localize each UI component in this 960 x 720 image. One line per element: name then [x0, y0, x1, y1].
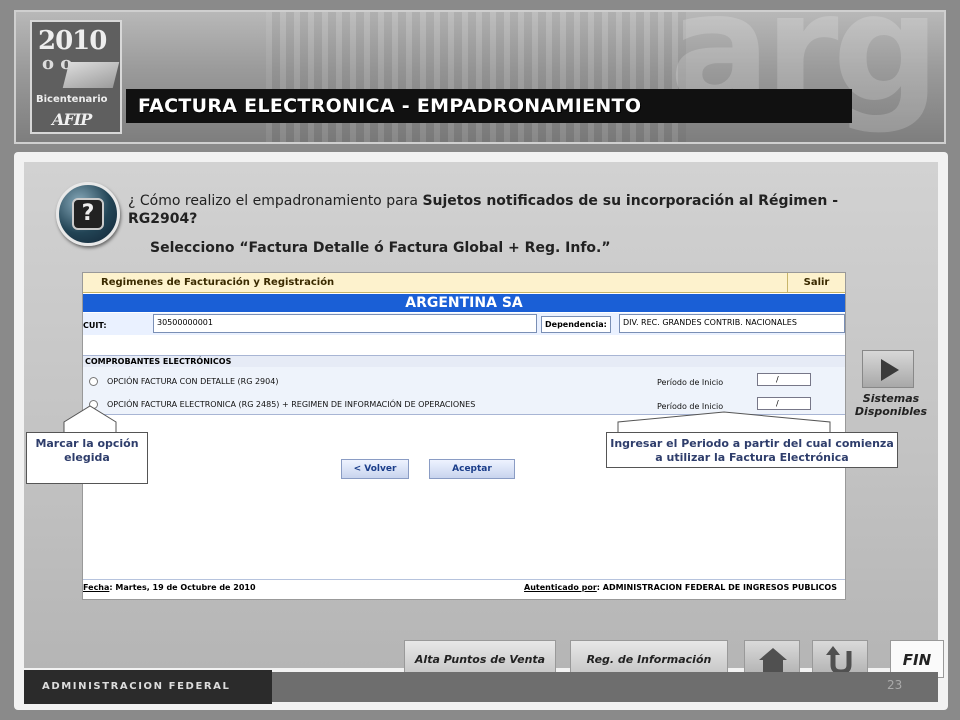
- cuit-row: CUIT: 30500000001 Dependencia: DIV. REC.…: [83, 313, 845, 335]
- afip-logo: AFIP: [52, 110, 92, 129]
- header-banner: arg 2010 o o Bicentenario AFIP FACTURA E…: [14, 10, 946, 144]
- question-icon: ?: [56, 182, 120, 246]
- building-background: [266, 12, 686, 142]
- autenticado-value: : ADMINISTRACION FEDERAL DE INGRESOS PUB…: [596, 583, 837, 592]
- right-callout-pointer: [617, 411, 831, 432]
- play-icon: [881, 359, 899, 381]
- cuit-label: CUIT:: [83, 321, 107, 330]
- salir-button[interactable]: Salir: [787, 273, 845, 292]
- right-callout: Ingresar el Periodo a partir del cual co…: [606, 432, 898, 468]
- option-label-2: OPCIÓN FACTURA ELECTRONICA (RG 2485) + R…: [107, 400, 476, 409]
- sistemas-disponibles-button[interactable]: [862, 350, 914, 388]
- option-radio-1[interactable]: [89, 377, 98, 386]
- volver-button[interactable]: < Volver: [341, 459, 409, 479]
- fecha-label: Fecha: [83, 583, 110, 592]
- cuit-field[interactable]: 30500000001: [153, 314, 537, 333]
- question-text: ¿ Cómo realizo el empadronamiento para S…: [128, 192, 868, 228]
- content-panel: ? ¿ Cómo realizo el empadronamiento para…: [14, 152, 948, 710]
- question-prefix: ¿ Cómo realizo el empadronamiento para: [128, 193, 423, 209]
- autenticado-text: Autenticado por: ADMINISTRACION FEDERAL …: [524, 583, 837, 592]
- content-area: ? ¿ Cómo realizo el empadronamiento para…: [24, 162, 944, 678]
- page-number: 23: [887, 678, 903, 692]
- periodo-input-1[interactable]: /: [757, 373, 811, 386]
- periodo-label-1: Período de Inicio: [657, 378, 724, 387]
- comprobantes-header: COMPROBANTES ELECTRÓNICOS: [83, 355, 845, 367]
- periodo-input-2[interactable]: /: [757, 397, 811, 410]
- left-callout-pointer: [63, 405, 117, 432]
- left-callout: Marcar la opción elegida: [26, 432, 148, 484]
- company-name: ARGENTINA SA: [83, 294, 845, 312]
- app-footer: Fecha: Martes, 19 de Octubre de 2010 Aut…: [83, 579, 845, 595]
- fecha-value: : Martes, 19 de Octubre de 2010: [109, 583, 256, 592]
- app-topbar: Regimenes de Facturación y Registración …: [83, 273, 845, 293]
- select-instruction: Selecciono “Factura Detalle ó Factura Gl…: [150, 240, 611, 256]
- dependencia-label: Dependencia:: [541, 316, 611, 333]
- bicentenario-logo: 2010 o o Bicentenario AFIP: [30, 20, 122, 134]
- app-topbar-title: Regimenes de Facturación y Registración: [101, 277, 335, 288]
- fecha-text: Fecha: Martes, 19 de Octubre de 2010: [83, 583, 256, 592]
- option-label-1: OPCIÓN FACTURA CON DETALLE (RG 2904): [107, 377, 279, 386]
- aceptar-button[interactable]: Aceptar: [429, 459, 515, 479]
- logo-bicentenario: Bicentenario: [36, 94, 108, 105]
- page-title: FACTURA ELECTRONICA - EMPADRONAMIENTO: [138, 95, 642, 117]
- admin-federal-text: ADMINISTRACION FEDERAL: [42, 681, 231, 692]
- sistemas-disponibles-label: Sistemas Disponibles: [854, 392, 928, 418]
- admin-federal-logo: ADMINISTRACION FEDERAL: [24, 670, 272, 704]
- autenticado-label: Autenticado por: [524, 583, 597, 592]
- page-title-bar: FACTURA ELECTRONICA - EMPADRONAMIENTO: [126, 89, 852, 123]
- flag-icon: [62, 62, 120, 88]
- logo-year: 2010: [38, 26, 107, 56]
- dependencia-field[interactable]: DIV. REC. GRANDES CONTRIB. NACIONALES: [619, 314, 845, 333]
